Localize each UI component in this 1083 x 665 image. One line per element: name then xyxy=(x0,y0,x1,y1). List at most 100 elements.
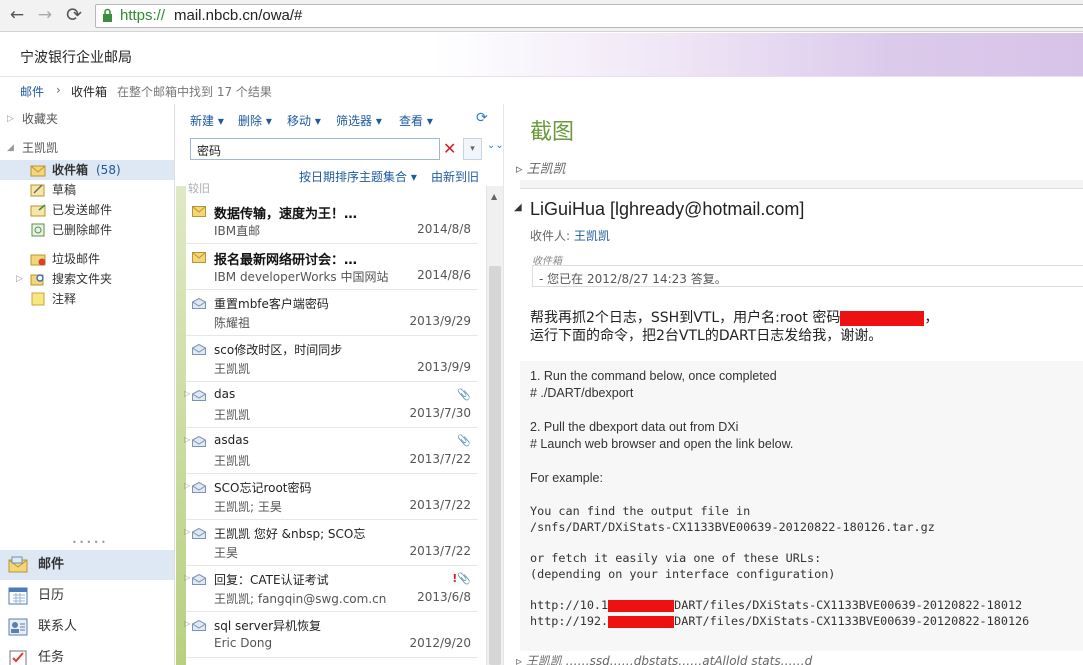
folder-search-label: 搜索文件夹 xyxy=(52,272,113,286)
breadcrumb-mail[interactable]: 邮件 xyxy=(20,83,44,100)
redacted-password xyxy=(840,310,925,326)
message-row[interactable]: ▷ SCO忘记root密码 王凯凯; 王昊 2013/7/22 xyxy=(184,474,478,520)
collapse-icon[interactable]: ◢ xyxy=(7,138,14,158)
move-button[interactable]: 移动 ▾ xyxy=(287,112,321,129)
folder-sent[interactable]: 已发送邮件 xyxy=(0,200,174,220)
folder-junk[interactable]: 垃圾邮件 xyxy=(0,249,174,269)
expand-icon[interactable]: ▷ xyxy=(16,269,23,289)
brand-title: 宁波银行企业邮局 xyxy=(20,50,132,66)
account-label: 王凯凯 xyxy=(22,141,59,155)
expand-thread-icon[interactable]: ▷ xyxy=(184,573,190,582)
address-bar[interactable]: https:// mail.nbcb.cn/owa/# xyxy=(95,4,1083,28)
message-sender: IBM developerWorks 中国网站 xyxy=(214,270,389,284)
folder-drafts[interactable]: 草稿 xyxy=(0,180,174,200)
message-subject: sql server异机恢复 xyxy=(214,619,322,633)
search-result-count: 在整个邮箱中找到 17 个结果 xyxy=(117,85,272,99)
message-date: 2012/9/20 xyxy=(409,636,471,650)
sort-by-button[interactable]: 按日期排序主题集合 ▾ xyxy=(299,168,417,185)
expand-thread-icon[interactable]: ▷ xyxy=(184,481,190,490)
conversation-title: 截图 xyxy=(530,120,575,145)
message-date: 2013/9/9 xyxy=(417,360,471,374)
search-area: 密码 ✕ ▾ ⌄⌄ xyxy=(190,138,504,160)
read-envelope-icon xyxy=(192,390,206,401)
clear-search-icon[interactable]: ✕ xyxy=(443,139,456,158)
message-subject: 数据传输，速度为王！… xyxy=(214,207,358,222)
calendar-icon xyxy=(8,587,28,605)
sort-order-button[interactable]: 由新到旧 xyxy=(431,168,479,185)
message-row[interactable]: ▷ sql server异机恢复 Eric Dong 2012/9/20 xyxy=(184,612,478,658)
attachment-icon: !📎 xyxy=(452,572,471,585)
attachment-icon: 📎 xyxy=(457,434,471,447)
message-row[interactable]: 重置mbfe客户端密码 陈耀祖 2013/9/29 xyxy=(186,290,478,336)
refresh-icon[interactable]: ⟳ xyxy=(476,110,488,126)
collapse-icon[interactable]: ◢ xyxy=(514,202,522,213)
view-button[interactable]: 查看 ▾ xyxy=(399,112,433,129)
message-sender: 王凯凯; fangqin@swg.com.cn xyxy=(214,592,387,606)
expand-thread-icon[interactable]: ▷ xyxy=(184,527,190,536)
sender-name[interactable]: LiGuiHua [lghready@hotmail.com] xyxy=(530,199,804,220)
read-envelope-icon xyxy=(192,620,206,631)
message-sender: 王凯凯 xyxy=(214,362,251,376)
search-options-dropdown[interactable]: ▾ xyxy=(463,138,482,160)
new-button[interactable]: 新建 ▾ xyxy=(190,112,224,129)
inbox-icon xyxy=(30,165,46,177)
sort-bar: 按日期排序主题集合 ▾ 由新到旧 xyxy=(190,168,500,184)
module-mail[interactable]: 邮件 xyxy=(0,550,174,580)
back-icon[interactable]: ← xyxy=(6,4,28,26)
list-scrollbar[interactable]: ▲ xyxy=(486,186,503,665)
message-row[interactable]: 报名最新网络研讨会：… IBM developerWorks 中国网站 2014/8… xyxy=(186,244,478,290)
scroll-up-icon[interactable]: ▲ xyxy=(491,192,497,201)
folder-deleted[interactable]: 已删除邮件 xyxy=(0,220,174,240)
folder-search[interactable]: ▷ 搜索文件夹 xyxy=(0,269,174,289)
expand-search-icon[interactable]: ⌄⌄ xyxy=(487,140,504,151)
folder-inbox[interactable]: 收件箱 (58) xyxy=(0,160,174,180)
read-envelope-icon xyxy=(192,528,206,539)
expand-thread-icon[interactable]: ▷ xyxy=(184,619,190,628)
tasks-icon xyxy=(9,650,27,665)
expand-thread-icon[interactable]: ▷ xyxy=(184,435,190,444)
message-sender: IBM直邮 xyxy=(214,224,261,238)
list-accent-bar xyxy=(176,186,186,665)
message-subject: 重置mbfe客户端密码 xyxy=(214,297,329,311)
pane-resize-handle[interactable]: • • • • • xyxy=(72,538,106,547)
delete-button[interactable]: 删除 ▾ xyxy=(238,112,272,129)
message-body: 1. Run the command below, once completed… xyxy=(520,361,1083,651)
message-row[interactable]: sco修改时区，时间同步 王凯凯 2013/9/9 xyxy=(186,336,478,382)
search-input[interactable]: 密码 xyxy=(190,138,440,160)
recipient-link[interactable]: 王凯凯 xyxy=(574,229,610,243)
favorites-header[interactable]: ▷ 收藏夹 xyxy=(0,109,174,129)
body-line: 2. Pull the dbexport data out from DXi xyxy=(530,420,739,434)
module-contacts[interactable]: 联系人 xyxy=(0,612,174,642)
scrollbar-thumb[interactable] xyxy=(489,266,501,665)
collapsed-message-bottom[interactable]: ▹ 王凯凯 ……ssd……dbstats……atAllold stats……d xyxy=(516,652,812,665)
attachment-icon: 📎 xyxy=(457,388,471,401)
message-row[interactable]: ▷ asdas 王凯凯 2013/7/22 📎 xyxy=(184,428,478,474)
filter-button[interactable]: 筛选器 ▾ xyxy=(336,112,382,129)
reload-icon[interactable]: ⟳ xyxy=(63,4,85,26)
module-tasks[interactable]: 任务 xyxy=(0,643,174,665)
module-calendar[interactable]: 日历 xyxy=(0,581,174,611)
body-url-1: http://10.1 DART/files/DXiStats-CX1133BVE… xyxy=(530,598,1023,612)
message-row[interactable]: ▷ 回复：CATE认证考试 王凯凯; fangqin@swg.com.cn 2013/… xyxy=(184,566,478,612)
trash-icon xyxy=(31,223,45,237)
message-row[interactable]: ▷ 王凯凯 您好 &nbsp; SCO忘 王昊 2013/7/22 xyxy=(184,520,478,566)
folder-sent-label: 已发送邮件 xyxy=(52,203,113,217)
message-row[interactable]: ▷ das 王凯凯 2013/7/30 📎 xyxy=(184,382,478,428)
expand-icon[interactable]: ▷ xyxy=(7,109,14,129)
forward-icon[interactable]: → xyxy=(34,4,56,26)
message-row[interactable]: 数据传输，速度为王！… IBM直邮 2014/8/8 xyxy=(186,198,478,244)
reply-infobar: - 您已在 2012/8/27 14:23 答复。 xyxy=(532,265,1083,287)
folder-drafts-label: 草稿 xyxy=(52,183,77,197)
reading-pane: 截图 ▹ 王凯凯 ◢ LiGuiHua [lghready@hotmail.co… xyxy=(503,104,1083,665)
message-sender: 王凯凯 xyxy=(214,454,251,468)
divider xyxy=(520,180,1083,188)
unread-count: (58) xyxy=(96,163,121,177)
account-header[interactable]: ◢ 王凯凯 xyxy=(0,138,174,158)
message-sender: 王凯凯; 王昊 xyxy=(214,500,282,514)
chevron-right-icon: › xyxy=(56,83,61,97)
expand-thread-icon[interactable]: ▷ xyxy=(184,389,190,398)
collapsed-message[interactable]: ▹ 王凯凯 xyxy=(516,158,566,177)
list-toolbar: 新建 ▾ 删除 ▾ 移动 ▾ 筛选器 ▾ 查看 ▾ ⟳ xyxy=(190,110,500,130)
folder-notes[interactable]: 注释 xyxy=(0,289,174,309)
breadcrumb-folder: 收件箱 xyxy=(71,85,108,99)
